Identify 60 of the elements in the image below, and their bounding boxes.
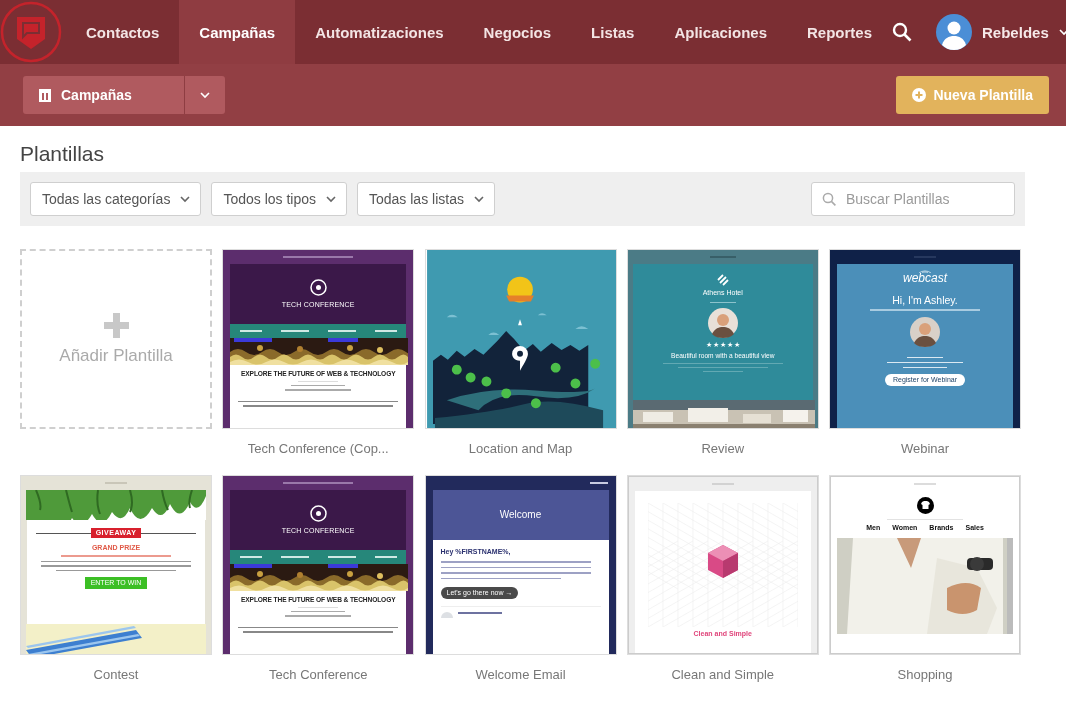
avatar-figure [707, 308, 738, 339]
fine-print-lines [283, 256, 354, 258]
fine-print-lines [914, 483, 936, 485]
user-name[interactable]: Rebeldes [982, 23, 1049, 41]
webcast-logo: webcast [903, 272, 947, 284]
nav-tab[interactable]: Automatizaciones [295, 0, 464, 64]
fine-print-lines [285, 610, 352, 617]
template-name[interactable]: Contest [93, 667, 139, 682]
nav-tab[interactable]: Contactos [66, 0, 180, 64]
email-title: Welcome [499, 509, 542, 521]
fine-print-lines [280, 330, 309, 332]
template-name[interactable]: Review [701, 441, 745, 456]
nav-tab[interactable]: Listas [571, 0, 655, 64]
fine-print-lines [285, 384, 352, 391]
search-field[interactable]: Buscar Plantillas [811, 182, 1015, 216]
search-icon[interactable] [892, 22, 913, 42]
plus-icon [103, 312, 129, 338]
template-name[interactable]: Location and Map [468, 441, 573, 456]
chevron-down-icon [473, 195, 484, 203]
fine-print-lines [374, 556, 397, 558]
fine-print-lines [327, 556, 356, 558]
template-name[interactable]: Welcome Email [475, 667, 566, 682]
logo-icon [309, 504, 327, 522]
greeting: Hi, I'm Ashley. [892, 294, 958, 307]
fine-print-lines [280, 556, 309, 558]
template-name[interactable]: Shopping [897, 667, 953, 682]
template-name[interactable]: Webinar [900, 441, 950, 456]
template-name[interactable]: Clean and Simple [671, 667, 775, 682]
filter-dropdown[interactable]: Todas las categorías [30, 182, 202, 216]
chevron-down-icon [200, 91, 210, 99]
nav-tab[interactable]: Campañas [179, 0, 296, 64]
template-name[interactable]: Tech Conference (Cop... [247, 441, 389, 456]
stripes-logo-icon [716, 274, 729, 286]
signal-arcs-icon [918, 268, 932, 273]
fine-print-lines [457, 612, 502, 614]
chevron-down-icon [1058, 28, 1066, 36]
page-title: Plantillas [19, 141, 106, 167]
filter-dropdown[interactable]: Todas las listas [357, 182, 495, 216]
logo-icon [309, 278, 327, 296]
nav-tab[interactable]: Negocios [463, 0, 572, 64]
page-icon [39, 88, 51, 102]
plus-circle-icon [912, 88, 927, 102]
fine-print-lines [374, 330, 397, 332]
avatar-figure [910, 316, 940, 347]
nav-tab[interactable]: Aplicaciones [654, 0, 787, 64]
chevron-down-icon [326, 195, 336, 203]
fine-print-lines [589, 482, 608, 484]
template-thumbnail[interactable] [424, 249, 617, 429]
template-name[interactable]: Tech Conference [269, 667, 368, 682]
fine-print-lines [239, 330, 262, 332]
search-icon [822, 192, 836, 206]
fine-print-lines [327, 330, 356, 332]
shirt-logo-icon [916, 497, 934, 514]
campaigns-button[interactable]: Campañas [23, 76, 184, 114]
chevron-down-icon [180, 195, 191, 203]
filter-dropdown[interactable]: Todos los tipos [211, 182, 347, 216]
user-avatar-icon[interactable] [936, 14, 973, 50]
fine-print-lines [239, 556, 262, 558]
fine-print-lines [283, 482, 354, 484]
nav-tab[interactable]: Reportes [787, 0, 893, 64]
